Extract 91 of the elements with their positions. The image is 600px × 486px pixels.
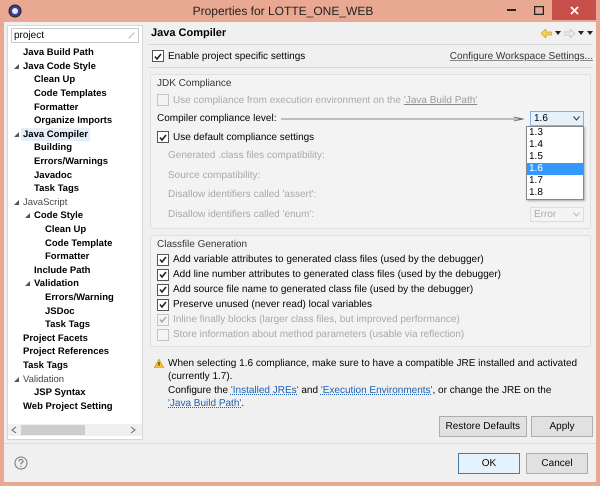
checkbox-label: Use compliance from execution environment on the	[173, 94, 401, 106]
link[interactable]: 'Execution Environments'	[320, 385, 432, 396]
group-title: Classfile Generation	[157, 239, 248, 250]
tree-item[interactable]: Formatter	[32, 100, 80, 114]
tree-item[interactable]: Errors/Warnings	[32, 155, 110, 168]
tree-item[interactable]: Task Tags	[43, 318, 92, 332]
compliance-dropdown[interactable]: 1.6	[530, 111, 584, 126]
tree-item[interactable]: Include Path	[32, 264, 92, 277]
checkbox-label: Add line number attributes to generated class files (used by the debugger)	[173, 269, 501, 280]
tree-item[interactable]: Task Tags	[21, 358, 70, 372]
help-icon[interactable]	[14, 456, 28, 470]
tree-item[interactable]: Code Templates	[32, 87, 109, 100]
link[interactable]: 'Installed JREs'	[230, 385, 299, 396]
tree-item[interactable]: Validation	[32, 277, 81, 290]
checkbox[interactable]	[157, 268, 169, 280]
warning-text: When selecting 1.6 compliance, make sure to have a compatible JRE installed and activated (currently 1.7).	[168, 357, 578, 383]
checkbox[interactable]	[157, 284, 169, 296]
button[interactable]: Apply	[531, 416, 593, 437]
field-label: Generated .class files compatibility:	[168, 150, 325, 162]
window-title: Properties for LOTTE_ONE_WEB	[192, 4, 374, 18]
tree-item[interactable]: Validation	[21, 372, 66, 386]
button[interactable]: Restore Defaults	[438, 416, 527, 437]
checkbox-label: Add variable attributes to generated class files (used by the debugger)	[173, 254, 484, 265]
tree-item[interactable]: Formatter	[43, 250, 92, 264]
menu-caret-icon[interactable]	[587, 31, 593, 35]
scroll-left-icon[interactable]	[11, 426, 17, 434]
checkbox-label: Use default compliance settings	[173, 132, 314, 142]
checkbox[interactable]	[157, 298, 169, 310]
link[interactable]: 'Java Build Path'	[168, 398, 242, 409]
tree-item[interactable]: Javadoc	[32, 168, 74, 182]
checkbox[interactable]	[157, 254, 169, 266]
tree-item[interactable]: Errors/Warning	[43, 290, 116, 304]
close-button[interactable]	[552, 0, 596, 20]
checkbox-label: Store information about method parameters (usable via reflection)	[173, 329, 464, 340]
field-label: Disallow identifiers called 'assert':	[168, 189, 316, 200]
checkbox[interactable]	[152, 50, 164, 62]
field-label: Disallow identifiers called 'enum':	[168, 208, 314, 220]
expand-arrow-icon[interactable]	[24, 281, 30, 286]
expand-arrow-icon[interactable]	[24, 213, 30, 218]
tree-item[interactable]: JavaScript	[21, 196, 70, 209]
group-title: JDK Compliance	[157, 78, 232, 89]
dropdown-option[interactable]: 1.8	[527, 187, 583, 199]
check-icon	[154, 52, 162, 60]
expand-arrow-icon[interactable]	[14, 376, 18, 382]
tree-item[interactable]: Code Style	[32, 209, 86, 222]
warning-icon	[154, 359, 164, 368]
link[interactable]: Configure Workspace Settings...	[450, 50, 593, 62]
checkbox-label: Preserve unused (never read) local variables	[173, 299, 372, 310]
page-title: Java Compiler	[150, 27, 228, 39]
checkbox-label: Inline finally blocks (larger class files, but improved performance)	[173, 314, 460, 325]
tree-item[interactable]: Java Compiler	[21, 128, 90, 141]
tree-item[interactable]: Clean Up	[32, 73, 78, 86]
checkbox[interactable]	[157, 131, 169, 143]
check-icon	[159, 134, 167, 140]
tree-item[interactable]: Project Facets	[21, 332, 90, 345]
checkbox-label: Add source file name to generated class file (used by the debugger)	[173, 284, 474, 295]
clear-icon	[127, 31, 135, 39]
maximize-icon	[534, 6, 544, 14]
tree-item[interactable]: Organize Imports	[32, 114, 114, 128]
close-icon	[570, 6, 578, 14]
dropdown-option[interactable]: 1.3	[527, 127, 583, 139]
field-label: Source compatibility:	[168, 170, 260, 181]
caret-icon[interactable]	[578, 31, 584, 35]
tree-item[interactable]: Web Project Setting	[21, 400, 115, 413]
minimize-icon	[507, 9, 516, 11]
tree-item[interactable]: Java Code Style	[21, 60, 98, 73]
tree-item[interactable]: Project References	[21, 345, 112, 358]
horizontal-scrollbar[interactable]	[8, 424, 142, 436]
dropdown-option[interactable]: 1.5	[527, 151, 583, 163]
tree-item[interactable]: Code Template	[43, 236, 114, 250]
caret-icon[interactable]	[555, 31, 561, 35]
dropdown-option[interactable]: 1.7	[527, 175, 583, 187]
button[interactable]: OK	[458, 452, 520, 474]
tree-item[interactable]: Clean Up	[43, 223, 88, 236]
scroll-right-icon[interactable]	[130, 426, 136, 434]
filter-field[interactable]: project	[11, 28, 139, 43]
chevron-down-icon	[573, 116, 580, 121]
expand-arrow-icon[interactable]	[14, 132, 18, 137]
field-label: Compiler compliance level:	[157, 113, 276, 124]
button[interactable]: Cancel	[526, 452, 588, 474]
expand-arrow-icon[interactable]	[14, 64, 18, 69]
tree-item[interactable]: JSP Syntax	[32, 386, 88, 400]
warning-text: Configure the 'Installed JREs' and 'Execution Environments', or change the JRE on the 'Java Build Path'.	[168, 384, 552, 410]
tree-item[interactable]: Building	[32, 141, 74, 154]
checkbox-label: Enable project specific settings	[168, 50, 306, 62]
expand-arrow-icon[interactable]	[14, 200, 18, 205]
dropdown-option[interactable]: 1.4	[527, 139, 583, 151]
tree-item[interactable]: Task Tags	[32, 182, 82, 196]
tree-item[interactable]: Java Build Path	[21, 46, 96, 60]
tree-item[interactable]: JSDoc	[43, 304, 77, 318]
chevron-down-icon	[573, 212, 580, 217]
